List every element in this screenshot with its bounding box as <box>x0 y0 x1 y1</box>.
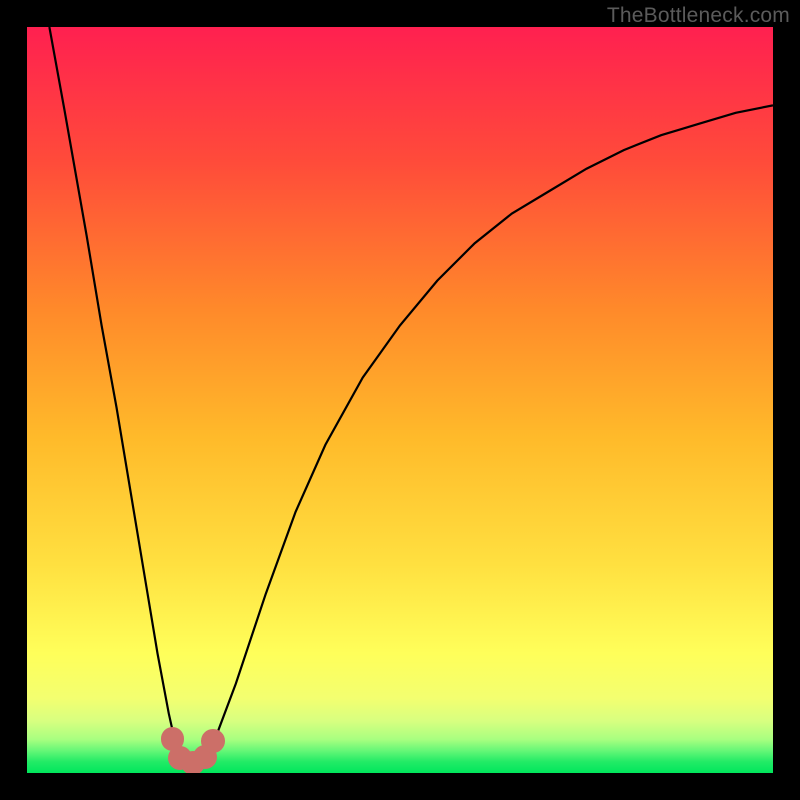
plot-area <box>27 27 773 773</box>
valley-marker-dot <box>201 729 225 753</box>
watermark-text: TheBottleneck.com <box>607 4 790 28</box>
curve-left <box>49 27 191 764</box>
curve-svg <box>27 27 773 773</box>
curve-right <box>191 105 773 764</box>
chart-frame: TheBottleneck.com <box>0 0 800 800</box>
